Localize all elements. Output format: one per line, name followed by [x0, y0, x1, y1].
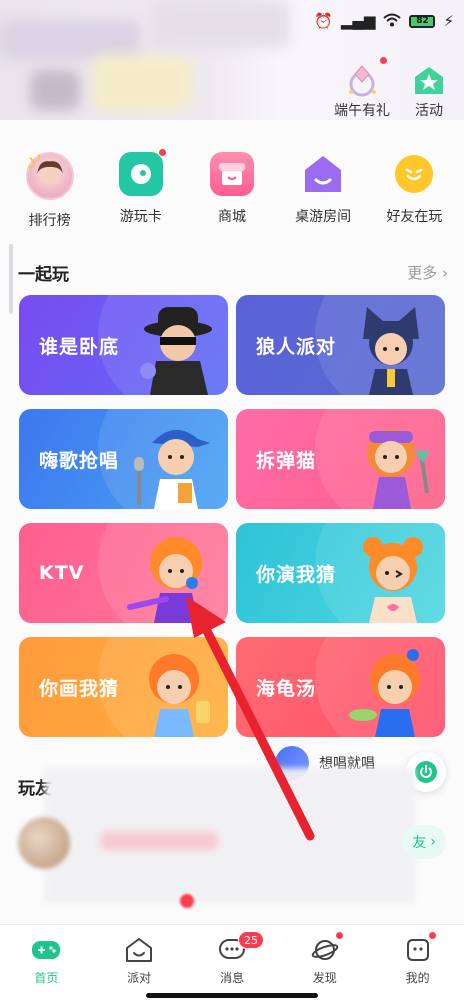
planet-icon	[309, 935, 341, 965]
tab-discover-label: 发现	[312, 971, 337, 985]
wifi-icon	[383, 13, 402, 30]
section-header: 一起玩 更多 ›	[18, 260, 448, 285]
quick-ranking[interactable]: 排行榜	[8, 152, 92, 230]
blurred-block	[0, 20, 140, 60]
signal-icon: ▂▄▆	[340, 12, 376, 30]
unread-badge: 25	[237, 931, 264, 949]
star-house-icon	[410, 62, 448, 100]
blurred-block	[92, 55, 192, 111]
game-card-draw-guess[interactable]: 你画我猜	[19, 637, 228, 737]
gamepad-icon	[30, 935, 62, 965]
home-content: 排行榜 游玩卡 商城 桌游房间 好友在玩 一起玩 更多 › 谁是卧底 狼人派对 …	[0, 120, 464, 924]
quick-boardgame-room-label: 桌游房间	[295, 209, 352, 225]
profile-face-icon	[402, 935, 434, 965]
battery-level: 82	[411, 16, 434, 26]
alarm-icon: ⏰	[314, 12, 333, 30]
spy-character-icon	[140, 307, 212, 395]
boardgame-room-icon	[301, 152, 345, 196]
dragon-boat-gift-button[interactable]: 端午有礼	[334, 56, 390, 120]
notification-dot	[180, 894, 194, 908]
cap-singer-character-icon	[134, 429, 210, 509]
game-card-bomb-cat[interactable]: 拆弹猫	[236, 409, 445, 509]
tab-party-label: 派对	[127, 971, 152, 985]
game-card-undercover[interactable]: 谁是卧底	[19, 295, 228, 395]
add-friend-label: 友	[412, 835, 427, 851]
bottom-tab-bar: 首页 派对 25 消息 发现 我的	[0, 924, 464, 1006]
battery-icon: 82	[409, 14, 436, 28]
ranking-avatar-icon	[25, 152, 74, 200]
game-title: 狼人派对	[256, 335, 337, 358]
detective-girl-character-icon	[349, 649, 420, 737]
dragon-boat-gift-label: 端午有礼	[334, 103, 390, 119]
notification-dot	[379, 56, 388, 65]
party-house-icon	[123, 935, 155, 965]
wolf-hood-character-icon	[363, 307, 419, 395]
game-grid: 谁是卧底 狼人派对 嗨歌抢唱 拆弹猫 KTV 你演我猜 你画我猜 海龟汤	[19, 295, 447, 737]
tab-me-label: 我的	[405, 971, 430, 985]
quick-entry-row: 排行榜 游玩卡 商城 桌游房间 好友在玩	[0, 148, 464, 230]
blurred-block	[30, 70, 80, 110]
quick-friends-playing[interactable]: 好友在玩	[372, 152, 456, 230]
quick-play-card[interactable]: 游玩卡	[99, 148, 183, 230]
gift-ring-icon	[343, 62, 381, 100]
game-card-turtle-soup[interactable]: 海龟汤	[236, 637, 445, 737]
notification-dot	[157, 148, 167, 157]
activity-button[interactable]: 活动	[410, 62, 448, 120]
game-title: 谁是卧底	[39, 335, 120, 358]
game-title: 你演我猜	[256, 563, 337, 586]
game-card-charades[interactable]: 你演我猜	[236, 523, 445, 623]
more-label: 更多	[407, 264, 438, 282]
chevron-right-icon: ›	[442, 264, 448, 282]
power-icon	[415, 761, 437, 783]
quick-friends-playing-label: 好友在玩	[386, 209, 443, 225]
more-link[interactable]: 更多 ›	[407, 262, 448, 283]
bun-girl-character-icon	[363, 537, 423, 623]
friend-name-blurred	[100, 832, 218, 850]
play-card-icon	[118, 148, 167, 196]
tab-messages-label: 消息	[219, 971, 244, 985]
charging-icon: ⚡	[443, 12, 454, 30]
shop-icon	[209, 152, 254, 196]
tab-home-label: 首页	[34, 971, 59, 985]
top-actions: 端午有礼 活动	[334, 56, 448, 120]
activity-label: 活动	[415, 103, 443, 119]
quick-play-card-label: 游玩卡	[119, 209, 162, 225]
game-card-sing-battle[interactable]: 嗨歌抢唱	[19, 409, 228, 509]
home-indicator	[146, 993, 318, 998]
add-friend-button[interactable]: 友 ›	[402, 825, 446, 859]
section-title: 一起玩	[18, 265, 69, 285]
tab-home[interactable]: 首页	[6, 935, 86, 1006]
painter-girl-character-icon	[149, 654, 210, 737]
game-title: 拆弹猫	[256, 449, 317, 472]
friend-avatar[interactable]	[18, 817, 70, 869]
game-title: 你画我猜	[39, 677, 120, 700]
tab-me[interactable]: 我的	[378, 931, 458, 1006]
quick-ranking-label: 排行榜	[28, 213, 71, 229]
game-card-werewolf[interactable]: 狼人派对	[236, 295, 445, 395]
quick-shop-label: 商城	[217, 209, 246, 225]
chevron-right-icon: ›	[430, 834, 436, 850]
game-card-ktv[interactable]: KTV	[19, 523, 228, 623]
status-bar: ⏰ ▂▄▆ 82 ⚡	[314, 10, 454, 32]
mic-girl-character-icon	[127, 537, 202, 623]
quick-boardgame-room[interactable]: 桌游房间	[281, 152, 365, 230]
notification-dot	[334, 931, 344, 940]
game-title: 嗨歌抢唱	[39, 449, 120, 472]
friends-playing-icon	[395, 155, 434, 193]
scroll-indicator[interactable]	[9, 244, 13, 314]
goggle-girl-character-icon	[367, 429, 429, 509]
game-title: KTV	[39, 562, 85, 584]
blurred-block	[150, 0, 290, 48]
game-title: 海龟汤	[256, 677, 317, 700]
quick-shop[interactable]: 商城	[190, 152, 274, 230]
notification-dot	[427, 931, 437, 940]
